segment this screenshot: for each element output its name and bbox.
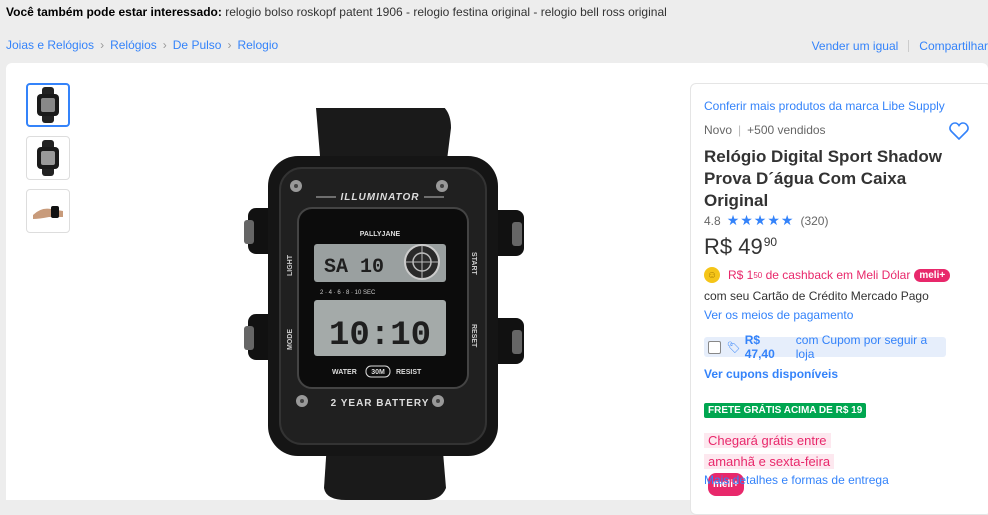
- watch-brand-text: ILLUMINATOR: [341, 192, 420, 203]
- cashback-cents: 50: [753, 270, 763, 280]
- cashback-amount: R$ 1: [728, 268, 754, 282]
- currency: R$: [704, 234, 733, 259]
- watch-thumb-icon: [37, 87, 59, 123]
- interest-bar: Você também pode estar interessado: relo…: [6, 5, 667, 19]
- thumbnail-gallery: [26, 83, 70, 242]
- favorite-heart-icon[interactable]: [949, 122, 969, 145]
- watch-depth-text: 30M: [371, 369, 385, 376]
- rating-value: 4.8: [704, 213, 721, 228]
- thumbnail-angle[interactable]: [26, 136, 70, 180]
- brand-link[interactable]: Conferir mais produtos da marca Libe Sup…: [704, 99, 945, 113]
- breadcrumb-item[interactable]: Relógios: [110, 38, 157, 52]
- star-rating-icon: ★★★★★: [726, 212, 795, 228]
- watch-main-display: 10:10: [329, 317, 431, 355]
- share-link[interactable]: Compartilhar: [919, 39, 988, 53]
- interest-label: Você também pode estar interessado:: [6, 5, 222, 19]
- watch-thumb-icon: [37, 140, 59, 176]
- arrival-line-1: Chegará grátis entre: [704, 433, 831, 448]
- cashback-row: ☺ R$ 1 50 de cashback em Meli Dólar meli+: [704, 267, 951, 283]
- cashback-text: de cashback em Meli Dólar: [765, 268, 911, 282]
- coupon-checkbox[interactable]: [708, 340, 721, 354]
- review-count: (320): [800, 213, 829, 228]
- product-title: Relógio Digital Sport Shadow Prova D´águ…: [704, 147, 942, 210]
- product-card: ILLUMINATOR PALLYJANE SA 10 2 · 4 · 6 · …: [6, 63, 988, 515]
- price: R$ 4990: [704, 234, 777, 260]
- arrival-line-2: amanhã e sexta-feira: [704, 454, 835, 469]
- sell-similar-link[interactable]: Vender um igual: [812, 39, 899, 53]
- coupon-amount: R$ 47,40: [744, 333, 775, 361]
- watch-mode-label: MODE: [287, 329, 294, 350]
- coupon-text: com Cupom por seguir a loja: [795, 333, 928, 361]
- heart-icon: [949, 122, 969, 141]
- free-shipping-badge: FRETE GRÁTIS ACIMA DE R$ 19: [704, 403, 867, 418]
- breadcrumb-separator: ›: [227, 38, 232, 52]
- breadcrumb-item[interactable]: Relogio: [237, 38, 278, 52]
- watch-resist-text: RESIST: [396, 369, 422, 376]
- breadcrumb-item[interactable]: De Pulso: [173, 38, 222, 52]
- buy-box: Conferir mais produtos da marca Libe Sup…: [690, 83, 988, 515]
- watch-water-text: WATER: [332, 369, 357, 376]
- price-cents: 90: [763, 234, 778, 249]
- product-main-image[interactable]: ILLUMINATOR PALLYJANE SA 10 2 · 4 · 6 · …: [236, 99, 526, 500]
- coupon-option[interactable]: 🏷 R$ 47,40 com Cupom por seguir a loja: [704, 333, 946, 361]
- thumbnail-wrist[interactable]: [26, 189, 70, 233]
- meli-plus-badge: meli+: [914, 268, 951, 282]
- shipping-details-link[interactable]: Mais detalhes e formas de entrega: [704, 473, 889, 487]
- sold-count: +500 vendidos: [747, 123, 826, 137]
- breadcrumb-separator: ›: [100, 38, 105, 52]
- ticket-icon: 🏷: [726, 341, 741, 354]
- divider: |: [738, 123, 742, 137]
- condition-text: Novo: [704, 123, 733, 137]
- condition-line: Novo | +500 vendidos: [704, 123, 826, 137]
- watch-scale-text: 2 · 4 · 6 · 8 · 10 SEC: [320, 290, 376, 296]
- breadcrumb-separator: ›: [162, 38, 167, 52]
- top-actions: Vender um igual Compartilhar: [812, 39, 988, 53]
- watch-reset-label: RESET: [470, 324, 477, 348]
- breadcrumb: Joias e Relógios › Relógios › De Pulso › Relog…: [6, 38, 278, 52]
- watch-light-label: LIGHT: [287, 254, 294, 276]
- watch-battery-text: 2 YEAR BATTERY: [331, 398, 430, 409]
- divider: [908, 40, 910, 52]
- watch-start-label: START: [470, 252, 477, 276]
- wrist-thumb-icon: [33, 206, 63, 219]
- rating-row[interactable]: 4.8 ★★★★★ (320): [704, 212, 828, 229]
- breadcrumb-item[interactable]: Joias e Relógios: [6, 38, 94, 52]
- payment-methods-link[interactable]: Ver os meios de pagamento: [704, 308, 853, 322]
- price-integer: 49: [738, 234, 763, 259]
- watch-top-display: SA 10: [324, 256, 384, 279]
- thumbnail-front[interactable]: [26, 83, 70, 127]
- watch-logo-text: PALLYJANE: [360, 231, 401, 238]
- credit-card-text: com seu Cartão de Crédito Mercado Pago: [704, 289, 929, 303]
- watch-image: ILLUMINATOR PALLYJANE SA 10 2 · 4 · 6 · …: [244, 99, 524, 500]
- coin-icon: ☺: [704, 267, 720, 283]
- coupons-link[interactable]: Ver cupons disponíveis: [704, 367, 838, 381]
- interest-items[interactable]: relogio bolso roskopf patent 1906 - relo…: [225, 5, 667, 19]
